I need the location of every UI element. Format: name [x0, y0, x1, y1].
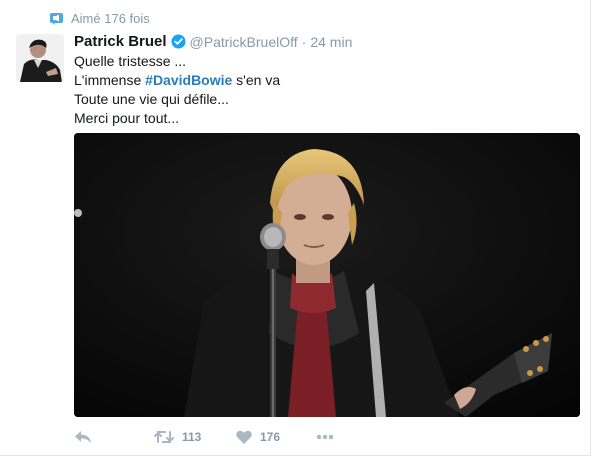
tweet-card[interactable]: Aimé 176 fois Patrick Bruel @PatrickBrue… — [0, 0, 591, 456]
social-context-text: Aimé 176 fois — [71, 11, 150, 26]
like-button[interactable]: 176 — [236, 430, 316, 444]
more-button[interactable] — [316, 434, 334, 440]
retweet-icon — [154, 430, 174, 444]
social-context: Aimé 176 fois — [50, 11, 150, 26]
retweet-button[interactable]: 113 — [154, 430, 236, 444]
tweet-line-2-prefix: L'immense — [74, 72, 146, 88]
author-name[interactable]: Patrick Bruel — [74, 33, 167, 50]
more-icon — [316, 434, 334, 440]
tweet-line-2-suffix: s'en va — [232, 72, 281, 88]
header-separator: · — [301, 33, 307, 50]
tweet-photo[interactable] — [74, 133, 580, 417]
like-count: 176 — [260, 430, 281, 444]
tweet-text: Quelle tristesse ... L'immense #DavidBow… — [74, 52, 280, 128]
avatar[interactable] — [16, 34, 64, 82]
reply-icon — [74, 430, 92, 444]
tweet-line-2: L'immense #DavidBowie s'en va — [74, 71, 280, 90]
author-handle[interactable]: @PatrickBruelOff — [190, 34, 298, 50]
heart-icon — [236, 430, 252, 444]
reply-button[interactable] — [74, 430, 154, 444]
tweet-timestamp[interactable]: 24 min — [310, 34, 352, 50]
tweet-line-4: Merci pour tout... — [74, 110, 180, 126]
tweet-line-3: Toute une vie qui défile... — [74, 91, 229, 107]
retweet-count: 113 — [182, 430, 202, 444]
tweet-actions: 113 176 — [74, 428, 334, 446]
megaphone-icon — [50, 12, 63, 25]
tweet-line-1: Quelle tristesse ... — [74, 53, 187, 69]
tweet-header: Patrick Bruel @PatrickBruelOff · 24 min — [74, 33, 352, 50]
hashtag-link[interactable]: #DavidBowie — [145, 72, 232, 88]
verified-badge-icon — [171, 34, 186, 49]
